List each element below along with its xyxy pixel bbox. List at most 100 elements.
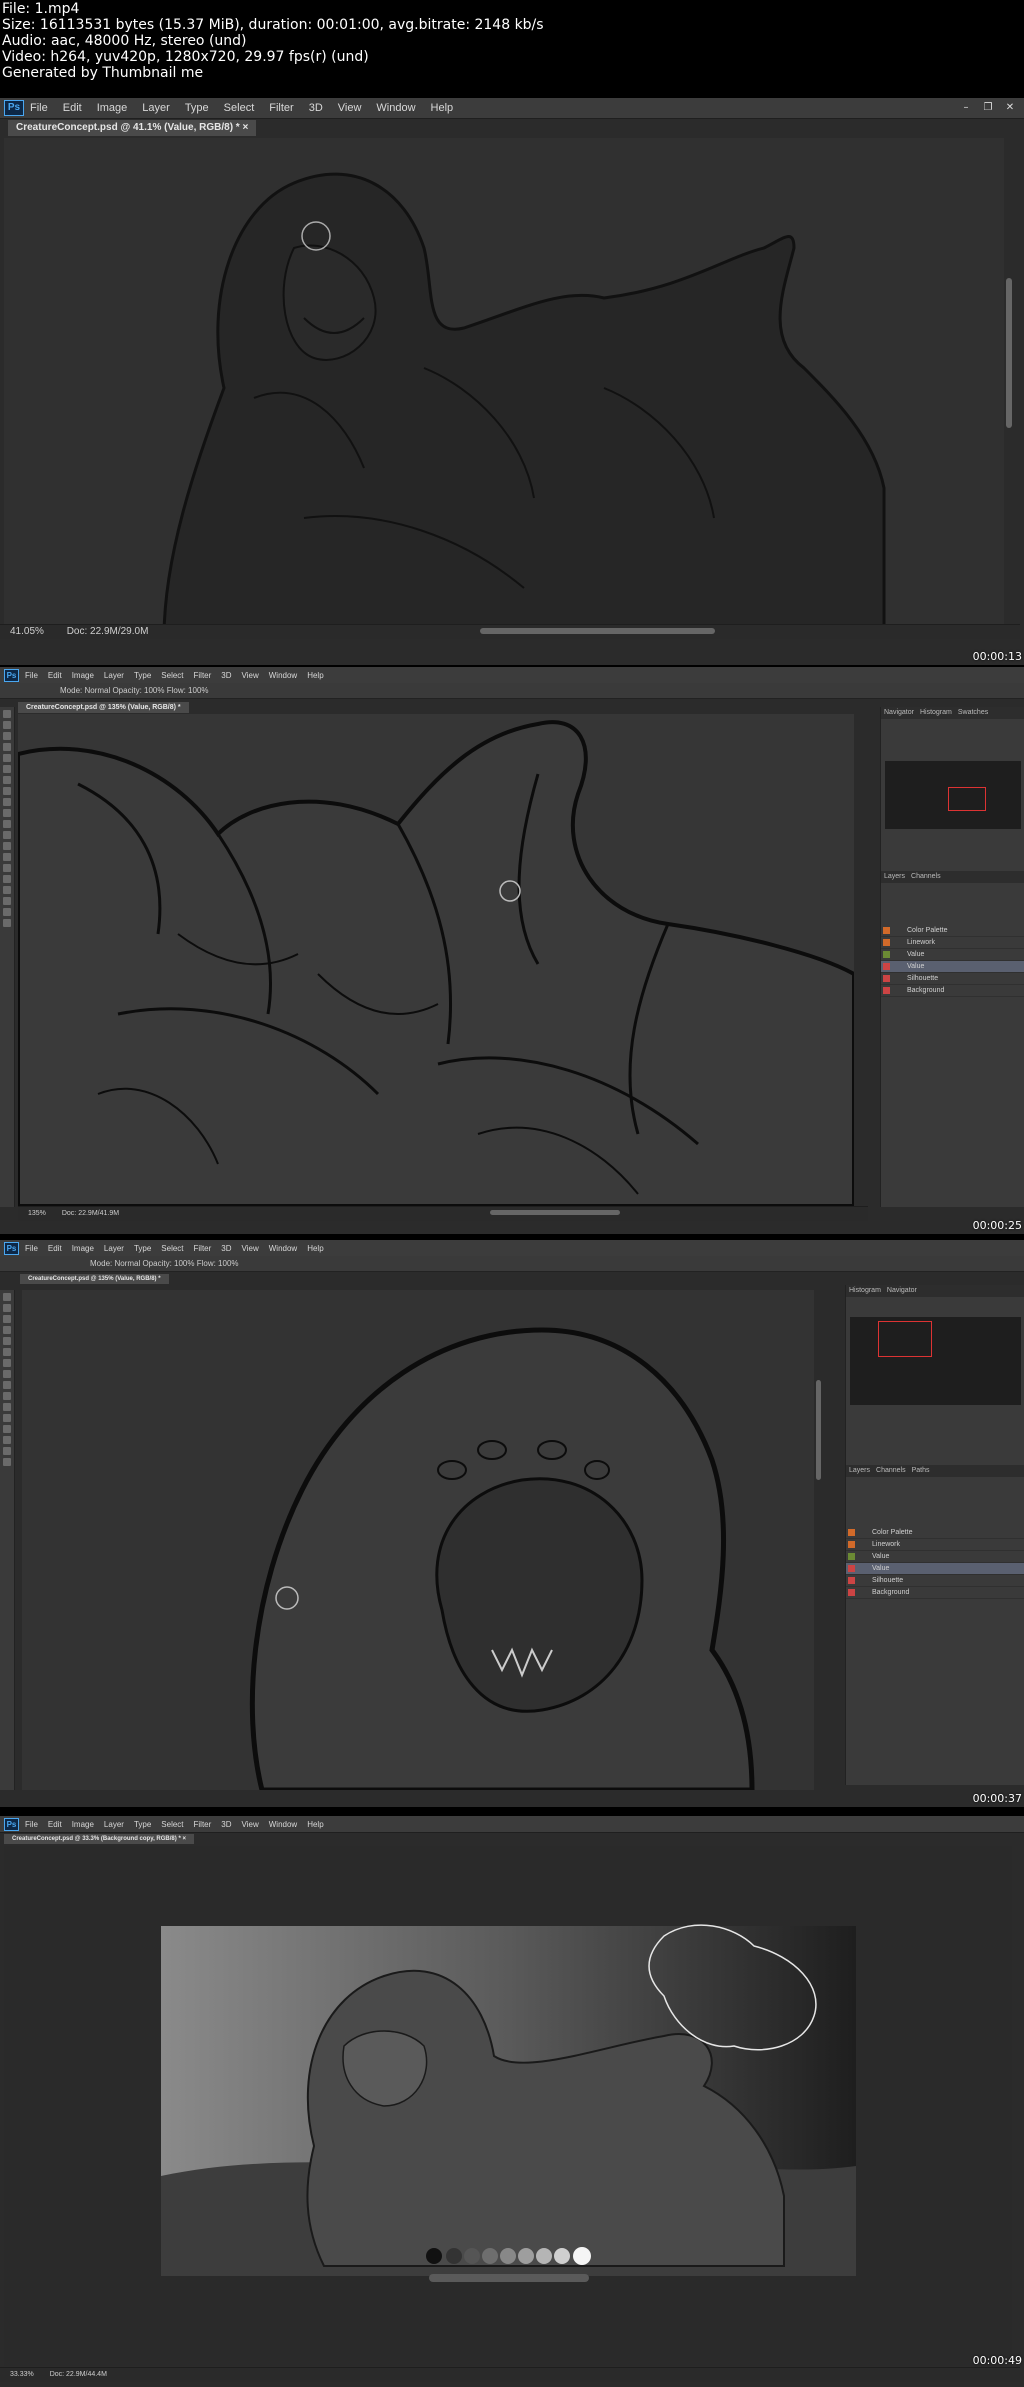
layer-row[interactable]: Value: [846, 1551, 1024, 1563]
menu-image[interactable]: Image: [97, 102, 128, 114]
menu-image[interactable]: Image: [72, 1820, 94, 1829]
pen-tool-icon[interactable]: [3, 864, 11, 872]
document-canvas[interactable]: [18, 714, 854, 1206]
menu-type[interactable]: Type: [185, 102, 209, 114]
menu-filter[interactable]: Filter: [194, 1820, 212, 1829]
marquee-tool-icon[interactable]: [3, 721, 11, 729]
menu-3d[interactable]: 3D: [221, 671, 231, 680]
menu-view[interactable]: View: [242, 1820, 259, 1829]
crop-tool-icon[interactable]: [3, 1337, 11, 1345]
vertical-scrollbar[interactable]: [1006, 278, 1012, 428]
history-brush-icon[interactable]: [3, 809, 11, 817]
menu-window[interactable]: Window: [269, 671, 297, 680]
layer-row[interactable]: Color Palette: [846, 1527, 1024, 1539]
menu-type[interactable]: Type: [134, 671, 151, 680]
lasso-tool-icon[interactable]: [3, 1315, 11, 1323]
menu-edit[interactable]: Edit: [63, 102, 82, 114]
move-tool-icon[interactable]: [3, 710, 11, 718]
menu-view[interactable]: View: [338, 102, 362, 114]
zoom-level[interactable]: 135%: [28, 1210, 46, 1217]
zoom-level[interactable]: 41.05%: [10, 626, 44, 637]
type-tool-icon[interactable]: [3, 875, 11, 883]
tab-paths[interactable]: Paths: [912, 1465, 930, 1477]
tab-histogram[interactable]: Histogram: [920, 707, 952, 719]
layer-row[interactable]: Background: [846, 1587, 1024, 1599]
navigator-preview[interactable]: [850, 1317, 1021, 1405]
zoom-tool-icon[interactable]: [3, 1458, 11, 1466]
menu-window[interactable]: Window: [376, 102, 415, 114]
marquee-tool-icon[interactable]: [3, 1304, 11, 1312]
pen-tool-icon[interactable]: [3, 1414, 11, 1422]
menu-edit[interactable]: Edit: [48, 1244, 62, 1253]
tab-channels[interactable]: Channels: [876, 1465, 906, 1477]
menu-help[interactable]: Help: [431, 102, 454, 114]
visibility-eye-icon[interactable]: [848, 1529, 855, 1536]
visibility-eye-icon[interactable]: [883, 963, 890, 970]
quick-select-tool-icon[interactable]: [3, 743, 11, 751]
quick-select-tool-icon[interactable]: [3, 1326, 11, 1334]
menu-file[interactable]: File: [25, 1244, 38, 1253]
eraser-tool-icon[interactable]: [3, 1381, 11, 1389]
menu-edit[interactable]: Edit: [48, 1820, 62, 1829]
menu-3d[interactable]: 3D: [309, 102, 323, 114]
navigator-view-box[interactable]: [878, 1321, 932, 1357]
tab-histogram[interactable]: Histogram: [849, 1285, 881, 1297]
layer-row[interactable]: Linework: [881, 937, 1024, 949]
menu-help[interactable]: Help: [307, 671, 323, 680]
menu-select[interactable]: Select: [161, 1820, 183, 1829]
menu-help[interactable]: Help: [307, 1244, 323, 1253]
menu-3d[interactable]: 3D: [221, 1820, 231, 1829]
visibility-eye-icon[interactable]: [848, 1541, 855, 1548]
menu-layer[interactable]: Layer: [142, 102, 170, 114]
restore-icon[interactable]: ❐: [980, 101, 996, 115]
visibility-eye-icon[interactable]: [848, 1589, 855, 1596]
blur-tool-icon[interactable]: [3, 1403, 11, 1411]
shape-tool-icon[interactable]: [3, 1436, 11, 1444]
menu-window[interactable]: Window: [269, 1820, 297, 1829]
zoom-level[interactable]: 33.33%: [10, 2371, 34, 2378]
visibility-eye-icon[interactable]: [883, 975, 890, 982]
layer-row[interactable]: Background: [881, 985, 1024, 997]
navigator-preview[interactable]: [885, 761, 1021, 829]
document-tab[interactable]: CreatureConcept.psd @ 135% (Value, RGB/8…: [18, 702, 189, 713]
menu-select[interactable]: Select: [224, 102, 255, 114]
eyedropper-tool-icon[interactable]: [3, 1348, 11, 1356]
tab-swatches[interactable]: Swatches: [958, 707, 988, 719]
hand-tool-icon[interactable]: [3, 1447, 11, 1455]
menu-edit[interactable]: Edit: [48, 671, 62, 680]
layer-row[interactable]: Silhouette: [881, 973, 1024, 985]
menu-filter[interactable]: Filter: [194, 1244, 212, 1253]
menu-window[interactable]: Window: [269, 1244, 297, 1253]
visibility-eye-icon[interactable]: [883, 951, 890, 958]
minimize-icon[interactable]: –: [958, 101, 974, 115]
visibility-eye-icon[interactable]: [883, 927, 890, 934]
horizontal-scrollbar[interactable]: [480, 628, 715, 634]
zoom-tool-icon[interactable]: [3, 919, 11, 927]
path-select-icon[interactable]: [3, 886, 11, 894]
eyedropper-tool-icon[interactable]: [3, 765, 11, 773]
document-tab[interactable]: CreatureConcept.psd @ 135% (Value, RGB/8…: [20, 1274, 169, 1284]
layer-row-selected[interactable]: Value: [881, 961, 1024, 973]
shape-tool-icon[interactable]: [3, 897, 11, 905]
tab-layers[interactable]: Layers: [849, 1465, 870, 1477]
brush-tool-icon[interactable]: [3, 787, 11, 795]
menu-image[interactable]: Image: [72, 1244, 94, 1253]
menu-layer[interactable]: Layer: [104, 671, 124, 680]
close-icon[interactable]: ✕: [1002, 101, 1018, 115]
hand-tool-icon[interactable]: [3, 908, 11, 916]
tab-channels[interactable]: Channels: [911, 871, 941, 883]
menu-view[interactable]: View: [242, 1244, 259, 1253]
dodge-tool-icon[interactable]: [3, 853, 11, 861]
menu-image[interactable]: Image: [72, 671, 94, 680]
document-canvas[interactable]: [4, 138, 1004, 638]
stamp-tool-icon[interactable]: [3, 1370, 11, 1378]
crop-tool-icon[interactable]: [3, 754, 11, 762]
vertical-scrollbar[interactable]: [816, 1380, 821, 1480]
visibility-eye-icon[interactable]: [883, 939, 890, 946]
visibility-eye-icon[interactable]: [848, 1565, 855, 1572]
gradient-tool-icon[interactable]: [3, 1392, 11, 1400]
menu-select[interactable]: Select: [161, 671, 183, 680]
menu-3d[interactable]: 3D: [221, 1244, 231, 1253]
navigator-view-box[interactable]: [948, 787, 986, 811]
menu-view[interactable]: View: [242, 671, 259, 680]
